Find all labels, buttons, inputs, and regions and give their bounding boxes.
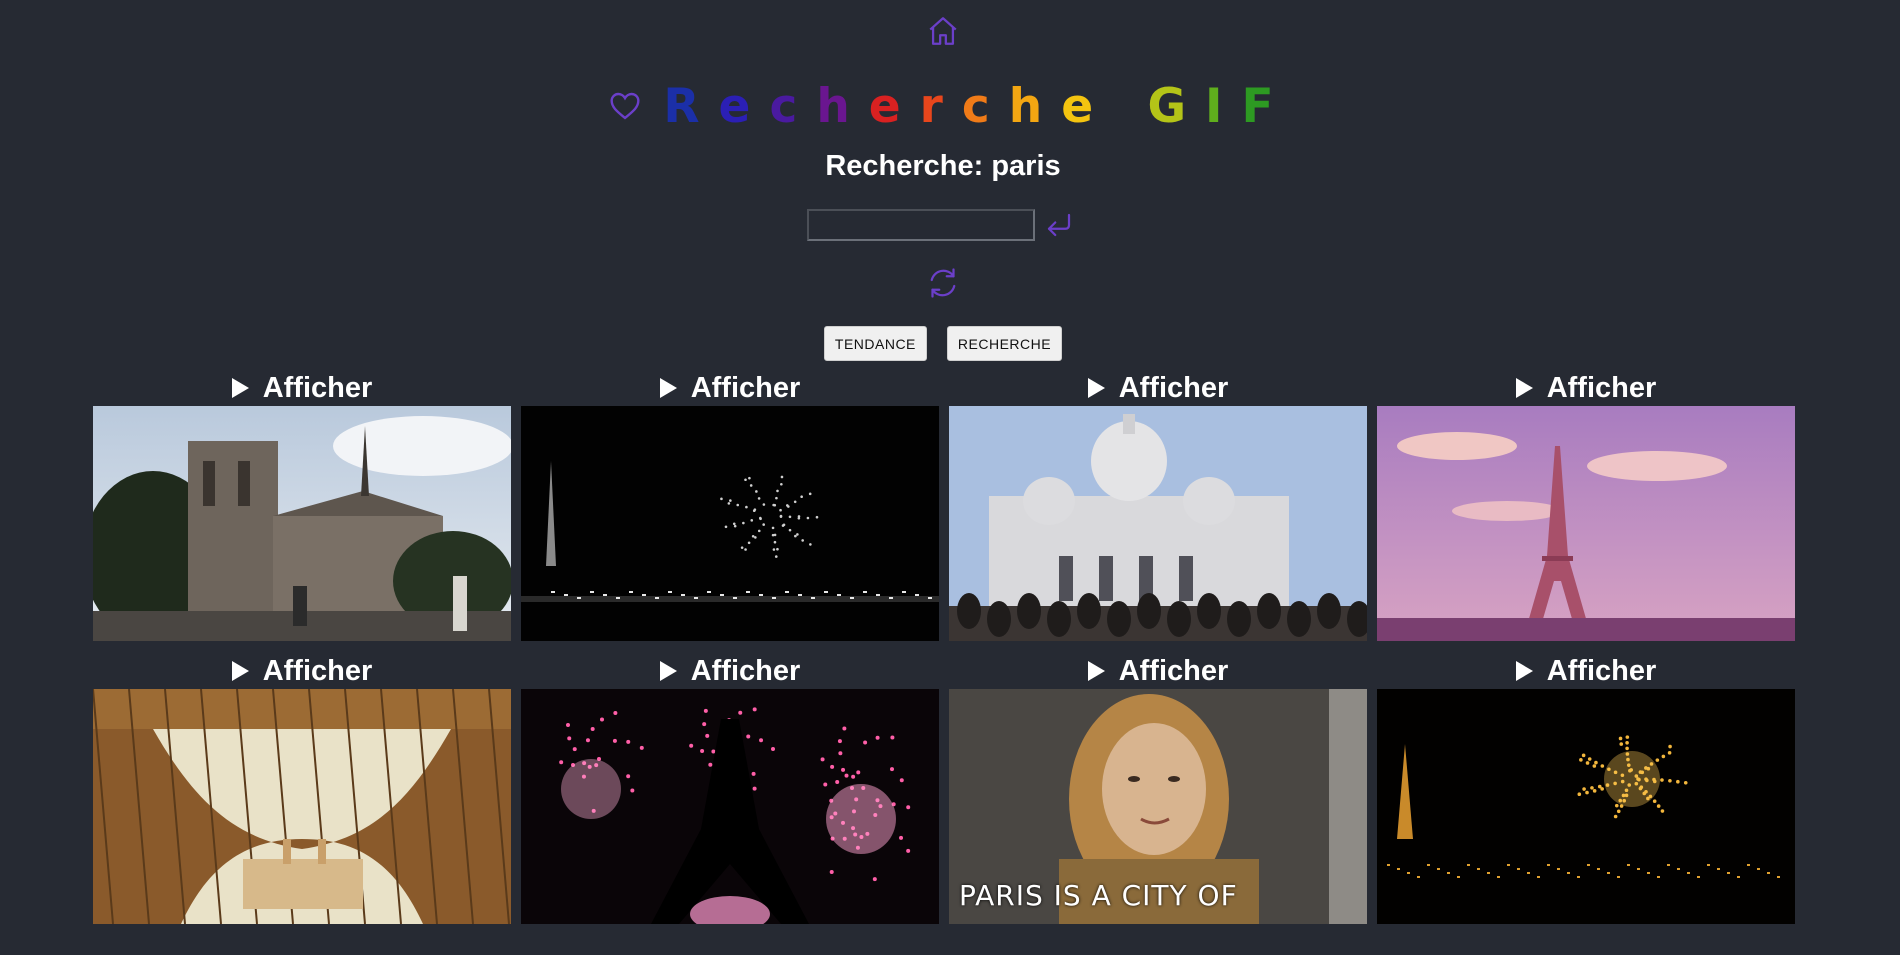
play-triangle-icon	[659, 378, 677, 398]
gif-thumbnail[interactable]	[93, 406, 511, 641]
gif-card: Afficher	[521, 653, 939, 924]
gif-thumbnail[interactable]: PARIS IS A CITY OF	[949, 689, 1367, 924]
results-grid: Afficher Afficher Afficher Afficher Affi…	[93, 370, 1795, 924]
search-input[interactable]	[807, 209, 1035, 241]
show-gif-label: Afficher	[1118, 654, 1229, 687]
title-letter: e	[868, 78, 920, 134]
trending-button[interactable]: TENDANCE	[823, 326, 927, 361]
heart-icon	[610, 92, 640, 120]
home-button[interactable]	[922, 10, 964, 52]
favorites-button[interactable]	[607, 88, 643, 124]
title-row: Recherche GIF	[0, 76, 1900, 136]
title-letter: r	[919, 78, 962, 134]
home-icon	[929, 17, 957, 45]
gif-card: Afficher	[521, 370, 939, 641]
gif-card: Afficher	[93, 653, 511, 924]
title-letter: F	[1241, 78, 1293, 134]
play-triangle-icon	[1515, 661, 1533, 681]
page: Recherche GIF Recherche: paris TENDANCE …	[0, 0, 1900, 955]
gif-caption: PARIS IS A CITY OF	[959, 879, 1238, 912]
gif-thumbnail[interactable]	[93, 689, 511, 924]
search-row	[807, 207, 1077, 243]
show-gif-toggle[interactable]: Afficher	[93, 370, 511, 406]
gif-thumbnail[interactable]	[521, 406, 939, 641]
play-triangle-icon	[1087, 378, 1105, 398]
show-gif-label: Afficher	[1546, 371, 1657, 404]
gif-card: Afficher	[1377, 370, 1795, 641]
enter-arrow-icon	[1047, 213, 1071, 237]
search-query-label: Recherche: paris	[825, 150, 1061, 182]
show-gif-toggle[interactable]: Afficher	[521, 370, 939, 406]
play-triangle-icon	[231, 661, 249, 681]
gif-card: Afficher	[93, 370, 511, 641]
refresh-icon	[930, 268, 956, 298]
gif-card: Afficher PARIS IS A CITY OF	[949, 653, 1367, 924]
play-triangle-icon	[1087, 661, 1105, 681]
title-letter: c	[961, 78, 1009, 134]
title-letter: e	[718, 78, 770, 134]
mode-buttons: TENDANCE RECHERCHE	[0, 326, 1886, 361]
gif-thumbnail[interactable]	[1377, 689, 1795, 924]
gif-card: Afficher	[1377, 653, 1795, 924]
title-letter: h	[816, 78, 869, 134]
show-gif-label: Afficher	[1546, 654, 1657, 687]
title-letter: G	[1147, 78, 1206, 134]
show-gif-label: Afficher	[690, 654, 801, 687]
submit-search-button[interactable]	[1041, 207, 1077, 243]
show-gif-label: Afficher	[690, 371, 801, 404]
title-letter: c	[769, 78, 817, 134]
show-gif-toggle[interactable]: Afficher	[521, 653, 939, 689]
play-triangle-icon	[1515, 378, 1533, 398]
show-gif-toggle[interactable]: Afficher	[1377, 653, 1795, 689]
show-gif-toggle[interactable]: Afficher	[949, 653, 1367, 689]
show-gif-label: Afficher	[262, 371, 373, 404]
show-gif-toggle[interactable]: Afficher	[93, 653, 511, 689]
show-gif-label: Afficher	[1118, 371, 1229, 404]
show-gif-toggle[interactable]: Afficher	[949, 370, 1367, 406]
play-triangle-icon	[231, 378, 249, 398]
gif-thumbnail[interactable]	[949, 406, 1367, 641]
gif-thumbnail[interactable]	[521, 689, 939, 924]
title-letter: I	[1205, 78, 1242, 134]
title-letter: h	[1008, 78, 1062, 134]
title-letter	[1112, 79, 1147, 134]
show-gif-label: Afficher	[262, 654, 373, 687]
title-letter: R	[663, 78, 719, 134]
gif-thumbnail[interactable]	[1377, 406, 1795, 641]
title-letter: e	[1061, 78, 1113, 134]
search-mode-button[interactable]: RECHERCHE	[946, 326, 1063, 361]
app-title: Recherche GIF	[663, 79, 1292, 134]
refresh-button[interactable]	[922, 262, 964, 304]
gif-card: Afficher	[949, 370, 1367, 641]
play-triangle-icon	[659, 661, 677, 681]
show-gif-toggle[interactable]: Afficher	[1377, 370, 1795, 406]
